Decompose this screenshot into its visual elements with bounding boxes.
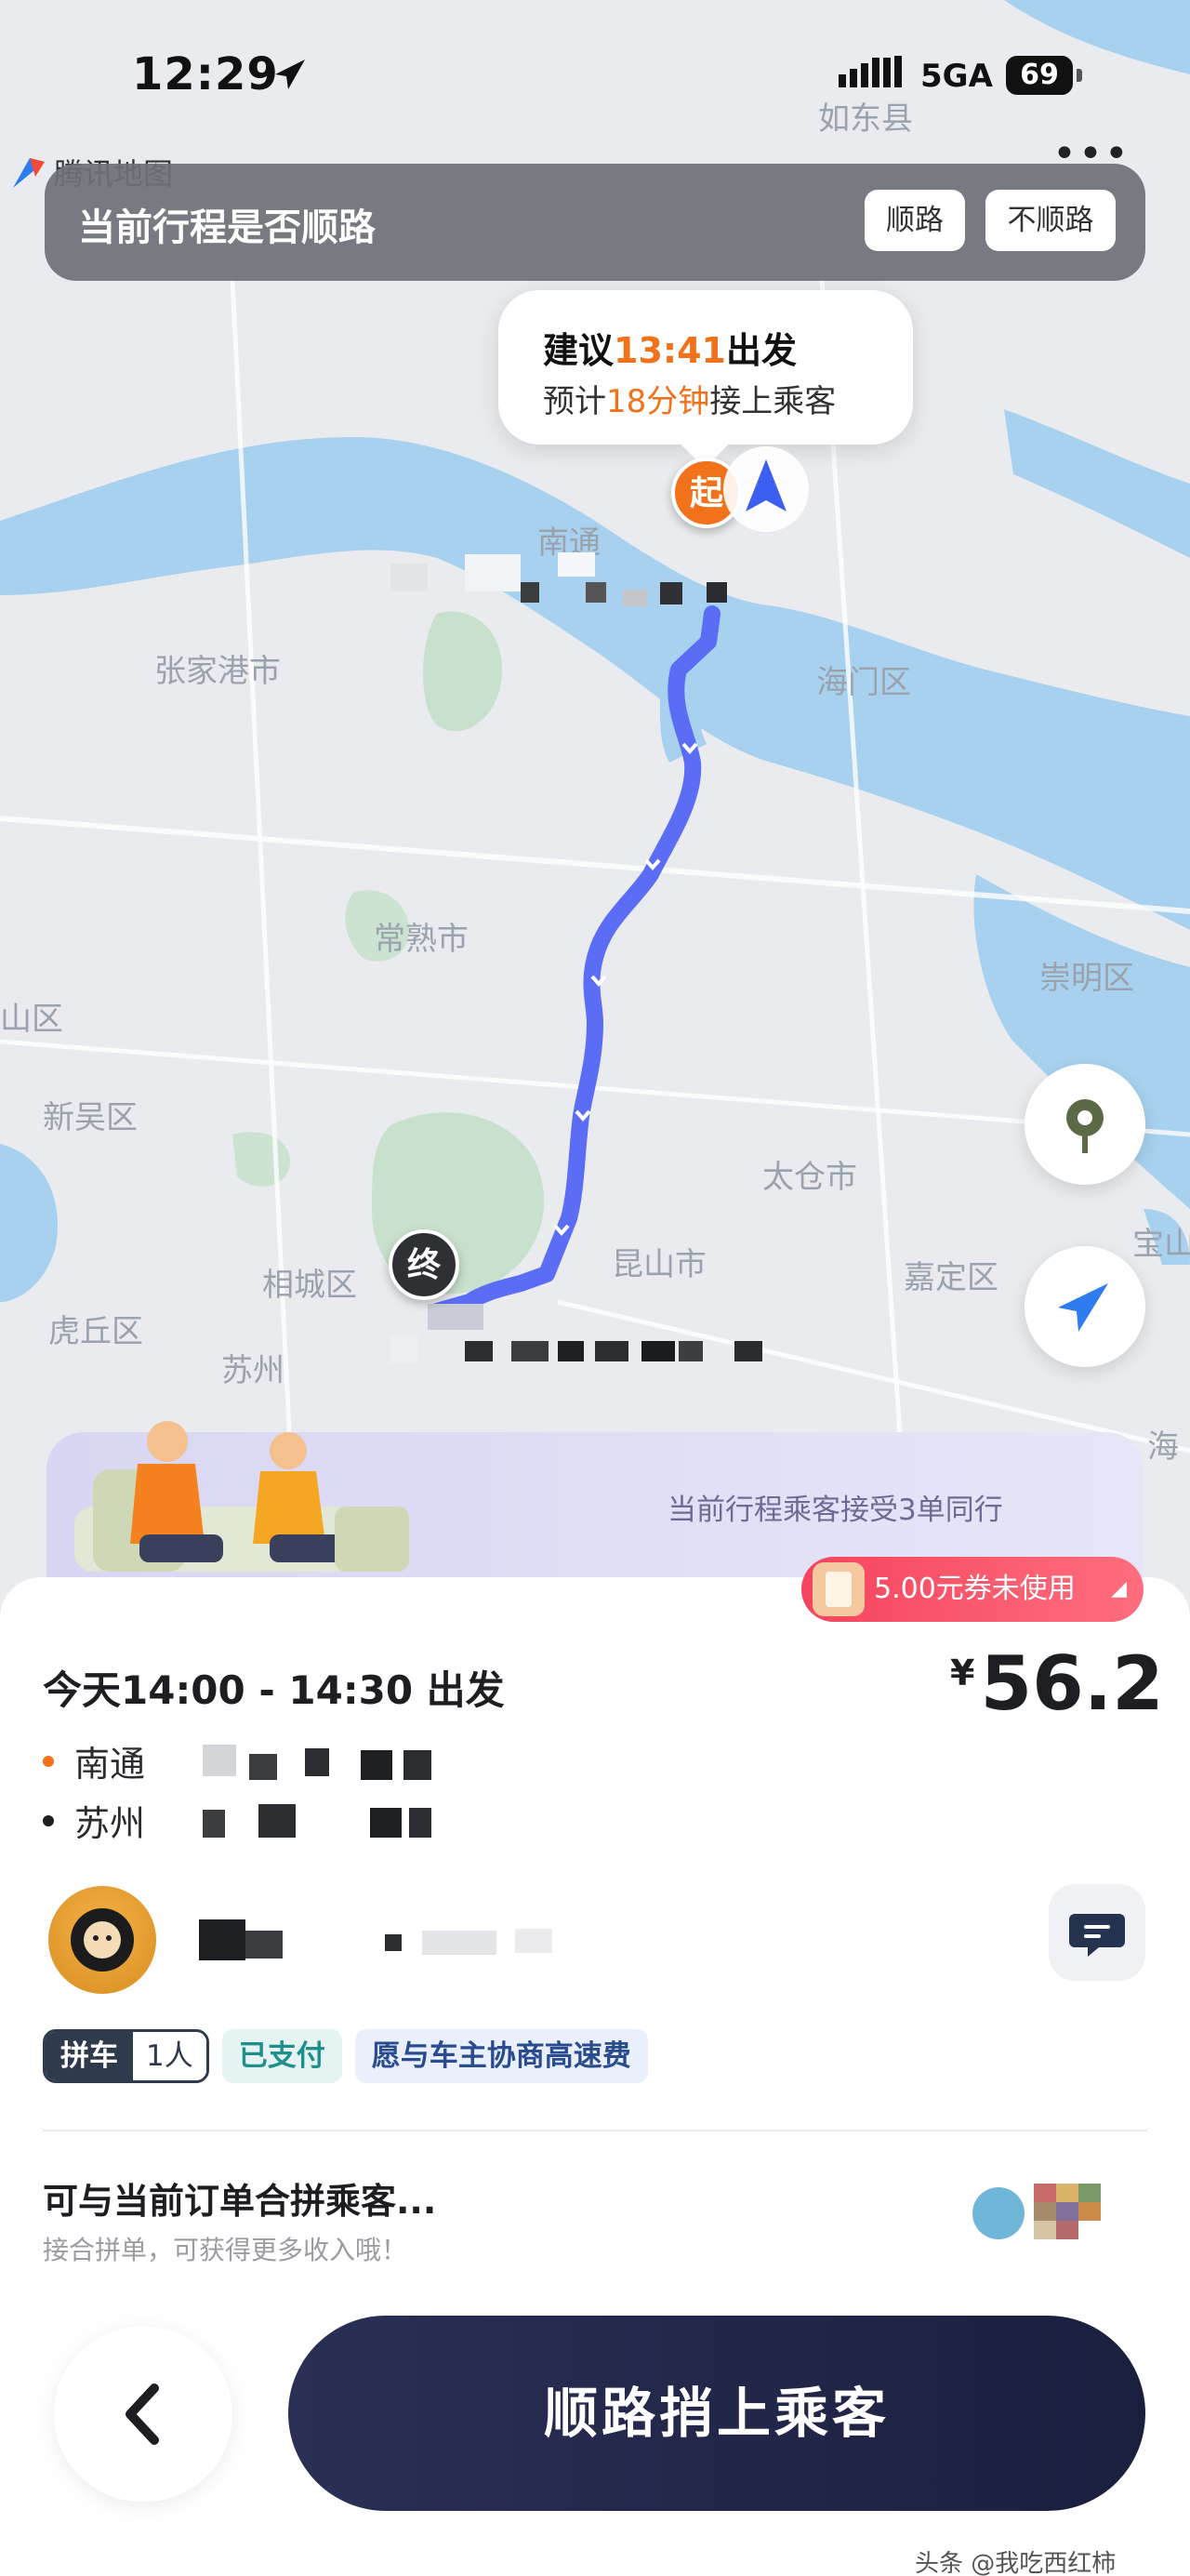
route-question-text: 当前行程是否顺路 [78, 206, 376, 249]
status-time: 12:29 [132, 48, 279, 100]
map-pin-icon [1066, 1099, 1104, 1153]
park-west [232, 1132, 290, 1187]
coupon-badge[interactable]: 5.00元券未使用 ◢ [801, 1557, 1144, 1622]
depart-window: 今天14:00 - 14:30 出发 [43, 1667, 505, 1713]
park-nantong [423, 611, 502, 732]
signal-icon [839, 56, 902, 87]
end-city: 苏州 [74, 1803, 146, 1844]
place-label: 相城区 [262, 1267, 357, 1304]
place-label: 新吴区 [43, 1099, 138, 1136]
combine-title[interactable]: 可与当前订单合拼乘客... [43, 2172, 436, 2224]
order-price: ¥56.2 [950, 1640, 1164, 1727]
start-location-row: 南通 [43, 1735, 463, 1786]
depart-suggestion-card: 建议13:41出发 预计18分钟接上乘客 [498, 290, 913, 445]
redacted-start-detail [165, 1741, 463, 1782]
sea-channel [1004, 409, 1190, 558]
place-label: 如东县 [818, 100, 913, 138]
pin-location-button[interactable] [1025, 1064, 1145, 1185]
end-dot-icon [43, 1814, 54, 1826]
start-dot-icon [43, 1755, 54, 1767]
network-type: 5GA [920, 58, 993, 95]
watermark: 头条 @我吃西红柿 [915, 2550, 1117, 2576]
place-label: 海门区 [816, 664, 911, 701]
corner-arrow-icon: ◢ [1111, 1577, 1127, 1600]
divider [43, 2130, 1147, 2131]
end-marker[interactable]: 终 [389, 1229, 459, 1300]
current-location-icon [723, 446, 809, 532]
paid-tag: 已支付 [221, 2029, 342, 2083]
redacted-passenger-name [199, 1912, 608, 1968]
combine-passenger-avatars[interactable] [972, 2178, 1130, 2243]
promo-text: 当前行程乘客接受3单同行 [668, 1494, 1003, 1527]
place-label: 张家港市 [154, 653, 281, 690]
place-label: 海 [1147, 1428, 1179, 1466]
coupon-label: 5.00元券未使用 [874, 1573, 1076, 1605]
place-label: 山区 [0, 1001, 63, 1038]
lake-west [0, 1144, 58, 1302]
place-label: 太仓市 [762, 1159, 857, 1196]
end-location-row: 苏州 [43, 1795, 463, 1846]
place-label: 虎丘区 [48, 1313, 143, 1350]
order-tags: 拼车 1人 已支付 愿与车主协商高速费 [43, 2029, 648, 2083]
chevron-left-icon [126, 2383, 159, 2445]
depart-suggestion: 建议13:41出发 [543, 330, 797, 371]
redacted-end-address [372, 1298, 855, 1382]
on-route-button[interactable]: 顺路 [865, 190, 965, 251]
redacted-start-address [353, 545, 762, 629]
back-button[interactable] [54, 2327, 232, 2502]
toll-tag: 愿与车主协商高速费 [354, 2029, 648, 2083]
chat-bubble-icon [1069, 1914, 1125, 1957]
tencent-map-logo-icon [13, 158, 45, 188]
navigation-arrow-icon [1058, 1283, 1108, 1332]
redacted-end-detail [165, 1800, 463, 1841]
place-label: 苏州 [221, 1352, 284, 1389]
not-on-route-button[interactable]: 不顺路 [985, 190, 1116, 251]
chat-button[interactable] [1049, 1884, 1145, 1981]
coupon-icon [813, 1562, 865, 1616]
avatar-figure-icon [71, 1908, 134, 1972]
battery-icon: 69 [1006, 56, 1082, 95]
place-label: 嘉定区 [904, 1259, 998, 1296]
combine-subtitle: 接合拼单，可获得更多收入哦！ [43, 2235, 408, 2265]
place-label: 常熟市 [374, 921, 469, 958]
place-label: 昆山市 [612, 1246, 707, 1283]
locate-me-button[interactable] [1025, 1246, 1145, 1367]
pickup-passenger-button[interactable]: 顺路捎上乘客 [288, 2316, 1145, 2511]
location-services-icon [275, 60, 305, 89]
carpool-tag: 拼车 1人 [43, 2029, 209, 2083]
place-label: 崇明区 [1039, 960, 1134, 997]
passenger-avatar[interactable] [48, 1886, 156, 1994]
start-city: 南通 [74, 1744, 146, 1785]
pickup-eta: 预计18分钟接上乘客 [543, 383, 837, 420]
passengers-illustration [74, 1421, 409, 1572]
route-question-banner: 当前行程是否顺路 顺路 不顺路 [45, 164, 1145, 281]
